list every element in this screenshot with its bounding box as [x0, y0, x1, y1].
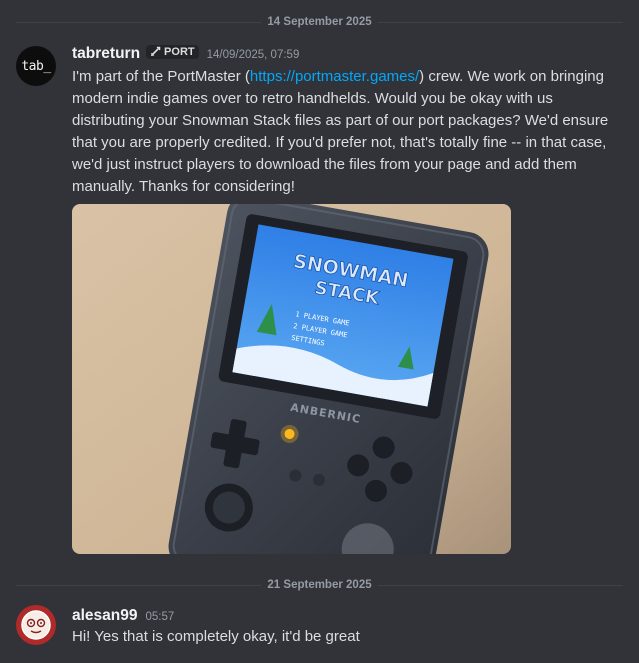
avatar-text: tab_ — [21, 58, 51, 74]
divider-line — [16, 21, 262, 23]
message-header: alesan99 05:57 — [72, 607, 174, 625]
message-content: Hi! Yes that is completely okay, it'd be… — [72, 626, 619, 648]
username[interactable]: alesan99 — [72, 607, 138, 625]
image-attachment[interactable]: SNOWMAN STACK 1 PLAYER GAME 2 PLAYER GAM… — [72, 204, 511, 554]
avatar[interactable]: tab_ — [16, 46, 56, 86]
sword-icon — [150, 46, 161, 57]
username[interactable]: tabreturn — [72, 45, 140, 63]
handheld-photo: SNOWMAN STACK 1 PLAYER GAME 2 PLAYER GAM… — [72, 204, 511, 554]
message-text: ) crew. We work on bringing modern indie… — [72, 68, 609, 195]
message-text: I'm part of the PortMaster ( — [72, 68, 250, 85]
message-text: Hi! Yes that is completely okay, it'd be… — [72, 628, 360, 645]
date-divider-label: 21 September 2025 — [267, 579, 372, 591]
face-avatar-icon — [21, 610, 51, 640]
divider-line — [16, 584, 262, 586]
divider-line — [377, 21, 624, 23]
message-content: I'm part of the PortMaster (https://port… — [72, 66, 619, 198]
server-tag[interactable]: PORT — [146, 44, 199, 59]
message-header: tabreturn PORT 14/09/2025, 07:59 — [72, 44, 300, 63]
date-divider: 14 September 2025 — [16, 12, 624, 32]
portmaster-link[interactable]: https://portmaster.games/ — [250, 68, 419, 85]
avatar[interactable] — [16, 605, 56, 645]
date-divider-label: 14 September 2025 — [267, 16, 372, 28]
timestamp[interactable]: 14/09/2025, 07:59 — [207, 49, 300, 61]
chat-log: 14 September 2025 tab_ tabreturn PORT 14… — [0, 0, 639, 663]
divider-line — [377, 584, 624, 586]
date-divider: 21 September 2025 — [16, 575, 624, 595]
server-tag-label: PORT — [164, 45, 195, 58]
timestamp[interactable]: 05:57 — [146, 611, 175, 623]
